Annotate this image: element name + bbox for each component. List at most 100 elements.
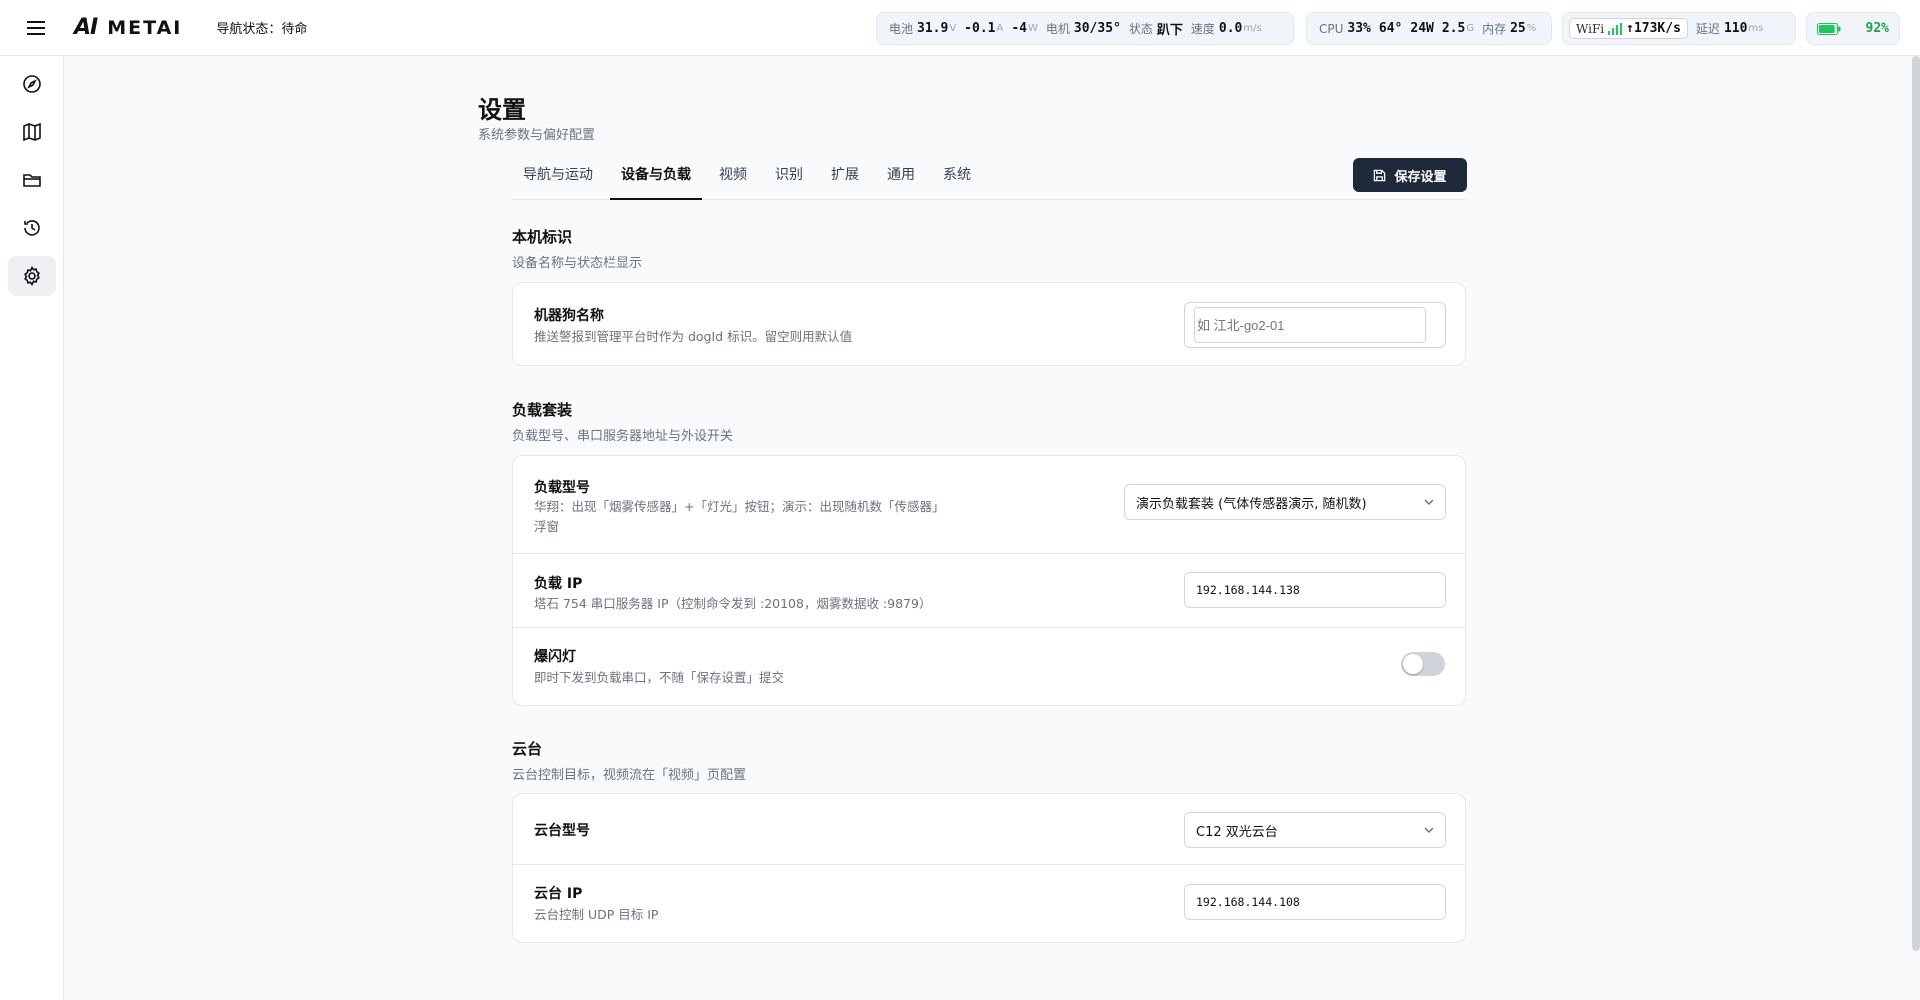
state-label: 状态 — [1128, 22, 1153, 36]
gimbal-ip-row: 云台 IP 云台控制 UDP 目标 IP 192.168.144.108 — [513, 864, 1465, 942]
tab-extensions[interactable]: 扩展 — [820, 158, 870, 200]
logo: AI METAI — [74, 15, 182, 40]
tab-devices-payload[interactable]: 设备与负载 — [610, 158, 702, 200]
dog-name-desc: 推送警报到管理平台时作为 dogId 标识。留空则用默认值 — [534, 329, 853, 344]
sidebar — [0, 56, 64, 1000]
logo-mark: AI — [74, 15, 98, 40]
dog-name-row: 机器狗名称 推送警报到管理平台时作为 dogId 标识。留空则用默认值 — [513, 283, 1465, 365]
gimbal-model-value: C12 双光云台 — [1196, 824, 1278, 840]
wifi-chip: WiFi ↑173K/s — [1569, 18, 1688, 39]
tab-video[interactable]: 视频 — [708, 158, 758, 200]
gimbal-ip-input[interactable]: 192.168.144.108 — [1184, 884, 1446, 920]
cpu-label: CPU — [1319, 21, 1344, 36]
current-value: -0.1 — [964, 21, 996, 36]
mem-label: 内存 — [1482, 22, 1507, 36]
section-title-gimbal: 云台 — [512, 740, 543, 758]
latency-unit: ms — [1748, 23, 1764, 34]
settings-tabs: 导航与运动 设备与负载 视频 识别 扩展 通用 系统 — [512, 158, 1466, 200]
folder-icon — [22, 174, 41, 187]
gimbal-model-select[interactable]: C12 双光云台 — [1184, 812, 1446, 848]
sidebar-item-navigation[interactable] — [8, 64, 56, 104]
identity-card: 机器狗名称 推送警报到管理平台时作为 dogId 标识。留空则用默认值 — [512, 282, 1466, 366]
battery-icon — [1817, 22, 1841, 35]
latency-label: 延迟 — [1695, 22, 1720, 36]
payload-model-row: 负载型号 华翔：出现「烟雾传感器」+「灯光」按钮；演示：出现随机数「传感器」 浮… — [513, 456, 1465, 553]
speed-label: 速度 — [1190, 22, 1215, 36]
power-unit: W — [1027, 23, 1038, 34]
gimbal-ip-desc: 云台控制 UDP 目标 IP — [534, 907, 659, 922]
gimbal-model-label: 云台型号 — [534, 823, 590, 839]
latency-value: 110 — [1723, 21, 1748, 36]
battery-voltage-unit: V — [949, 23, 957, 34]
map-icon — [22, 122, 41, 142]
sidebar-item-map[interactable] — [8, 112, 56, 152]
menu-icon[interactable] — [18, 10, 54, 46]
battery-voltage: 31.9 — [917, 21, 949, 36]
gimbal-model-row: 云台型号 C12 双光云台 — [513, 794, 1465, 864]
system-stats: CPU 33% 64° 24W 2.5 G 内存 25 % — [1306, 12, 1552, 45]
section-subtitle-gimbal: 云台控制目标，视频流在「视频」页配置 — [512, 768, 747, 783]
tab-system[interactable]: 系统 — [932, 158, 982, 200]
tab-navigation-motion[interactable]: 导航与运动 — [512, 158, 604, 200]
cpu-temp: 64° — [1378, 21, 1403, 36]
speed-unit: m/s — [1243, 23, 1262, 34]
payload-model-label: 负载型号 — [534, 480, 590, 496]
payload-model-value: 演示负载套装 (气体传感器演示, 随机数) — [1136, 496, 1367, 512]
section-subtitle-identity: 设备名称与状态栏显示 — [512, 256, 643, 271]
section-title-identity: 本机标识 — [512, 228, 573, 246]
chevron-down-icon — [1424, 827, 1434, 833]
cpu-watt: 24W — [1410, 21, 1434, 36]
sidebar-item-files[interactable] — [8, 160, 56, 200]
speed-value: 0.0 — [1218, 21, 1243, 36]
gimbal-ip-label: 云台 IP — [534, 886, 583, 902]
sidebar-item-settings[interactable] — [7, 256, 56, 296]
payload-ip-desc: 塔石 754 串口服务器 IP（控制命令发到 :20108，烟雾数据收 :987… — [534, 596, 932, 611]
save-settings-button[interactable]: 保存设置 — [1353, 158, 1467, 192]
payload-model-select[interactable]: 演示负载套装 (气体传感器演示, 随机数) — [1124, 484, 1446, 520]
payload-ip-row: 负载 IP 塔石 754 串口服务器 IP（控制命令发到 :20108，烟雾数据… — [513, 553, 1465, 627]
tab-general[interactable]: 通用 — [876, 158, 926, 200]
section-title-payload: 负载套装 — [512, 401, 573, 419]
robot-stats: 电池 31.9 V -0.1 A -4 W 电机 30/35° 状态 趴下 速度… — [876, 12, 1294, 45]
mem-unit: % — [1526, 23, 1537, 34]
strobe-toggle[interactable] — [1401, 652, 1445, 676]
payload-model-desc-line2: 浮窗 — [534, 519, 560, 534]
save-settings-label: 保存设置 — [1394, 169, 1447, 185]
wifi-label: WiFi — [1576, 21, 1605, 36]
payload-ip-label: 负载 IP — [534, 576, 583, 592]
state-value: 趴下 — [1156, 23, 1183, 38]
mem-value: 25 — [1510, 21, 1526, 36]
navigation-status: 导航状态：待命 — [216, 22, 308, 37]
dog-name-input[interactable] — [1194, 307, 1426, 343]
gear-icon — [23, 266, 40, 286]
tab-recognition[interactable]: 识别 — [764, 158, 814, 200]
cpu-value: 33% — [1347, 21, 1371, 36]
payload-model-desc-line1: 华翔：出现「烟雾传感器」+「灯光」按钮；演示：出现随机数「传感器」 — [534, 499, 945, 514]
cpu-freq: 2.5 — [1441, 21, 1466, 36]
motor-temp: 30/35° — [1073, 21, 1121, 36]
strobe-row: 爆闪灯 即时下发到负载串口，不随「保存设置」提交 — [513, 627, 1465, 705]
current-unit: A — [996, 23, 1004, 34]
chevron-down-icon — [1424, 499, 1434, 505]
page-title: 设置 — [478, 96, 526, 124]
cpu-freq-unit: G — [1466, 23, 1475, 34]
scrollbar[interactable] — [1912, 56, 1920, 951]
gimbal-card: 云台型号 C12 双光云台 云台 IP 云台控制 UDP 目标 IP 192.1… — [512, 793, 1466, 943]
battery-label: 电池 — [889, 22, 914, 36]
dog-name-label: 机器狗名称 — [534, 308, 604, 324]
payload-ip-input[interactable]: 192.168.144.138 — [1184, 572, 1446, 608]
dog-name-field-frame — [1184, 302, 1446, 348]
page-subtitle: 系统参数与偏好配置 — [478, 128, 596, 143]
battery-percent: 92% — [1865, 21, 1889, 36]
battery-status: 92% — [1806, 12, 1900, 45]
logo-text: METAI — [107, 17, 183, 39]
strobe-label: 爆闪灯 — [534, 649, 576, 665]
compass-icon — [22, 75, 41, 93]
wifi-signal-icon — [1608, 22, 1623, 35]
toggle-knob — [1403, 654, 1423, 674]
section-subtitle-payload: 负载型号、串口服务器地址与外设开关 — [512, 429, 734, 444]
wifi-rate: ↑173K/s — [1626, 21, 1681, 36]
network-stats: WiFi ↑173K/s 延迟 110 ms — [1562, 12, 1796, 45]
motor-label: 电机 — [1045, 22, 1070, 36]
sidebar-item-history[interactable] — [8, 208, 56, 248]
